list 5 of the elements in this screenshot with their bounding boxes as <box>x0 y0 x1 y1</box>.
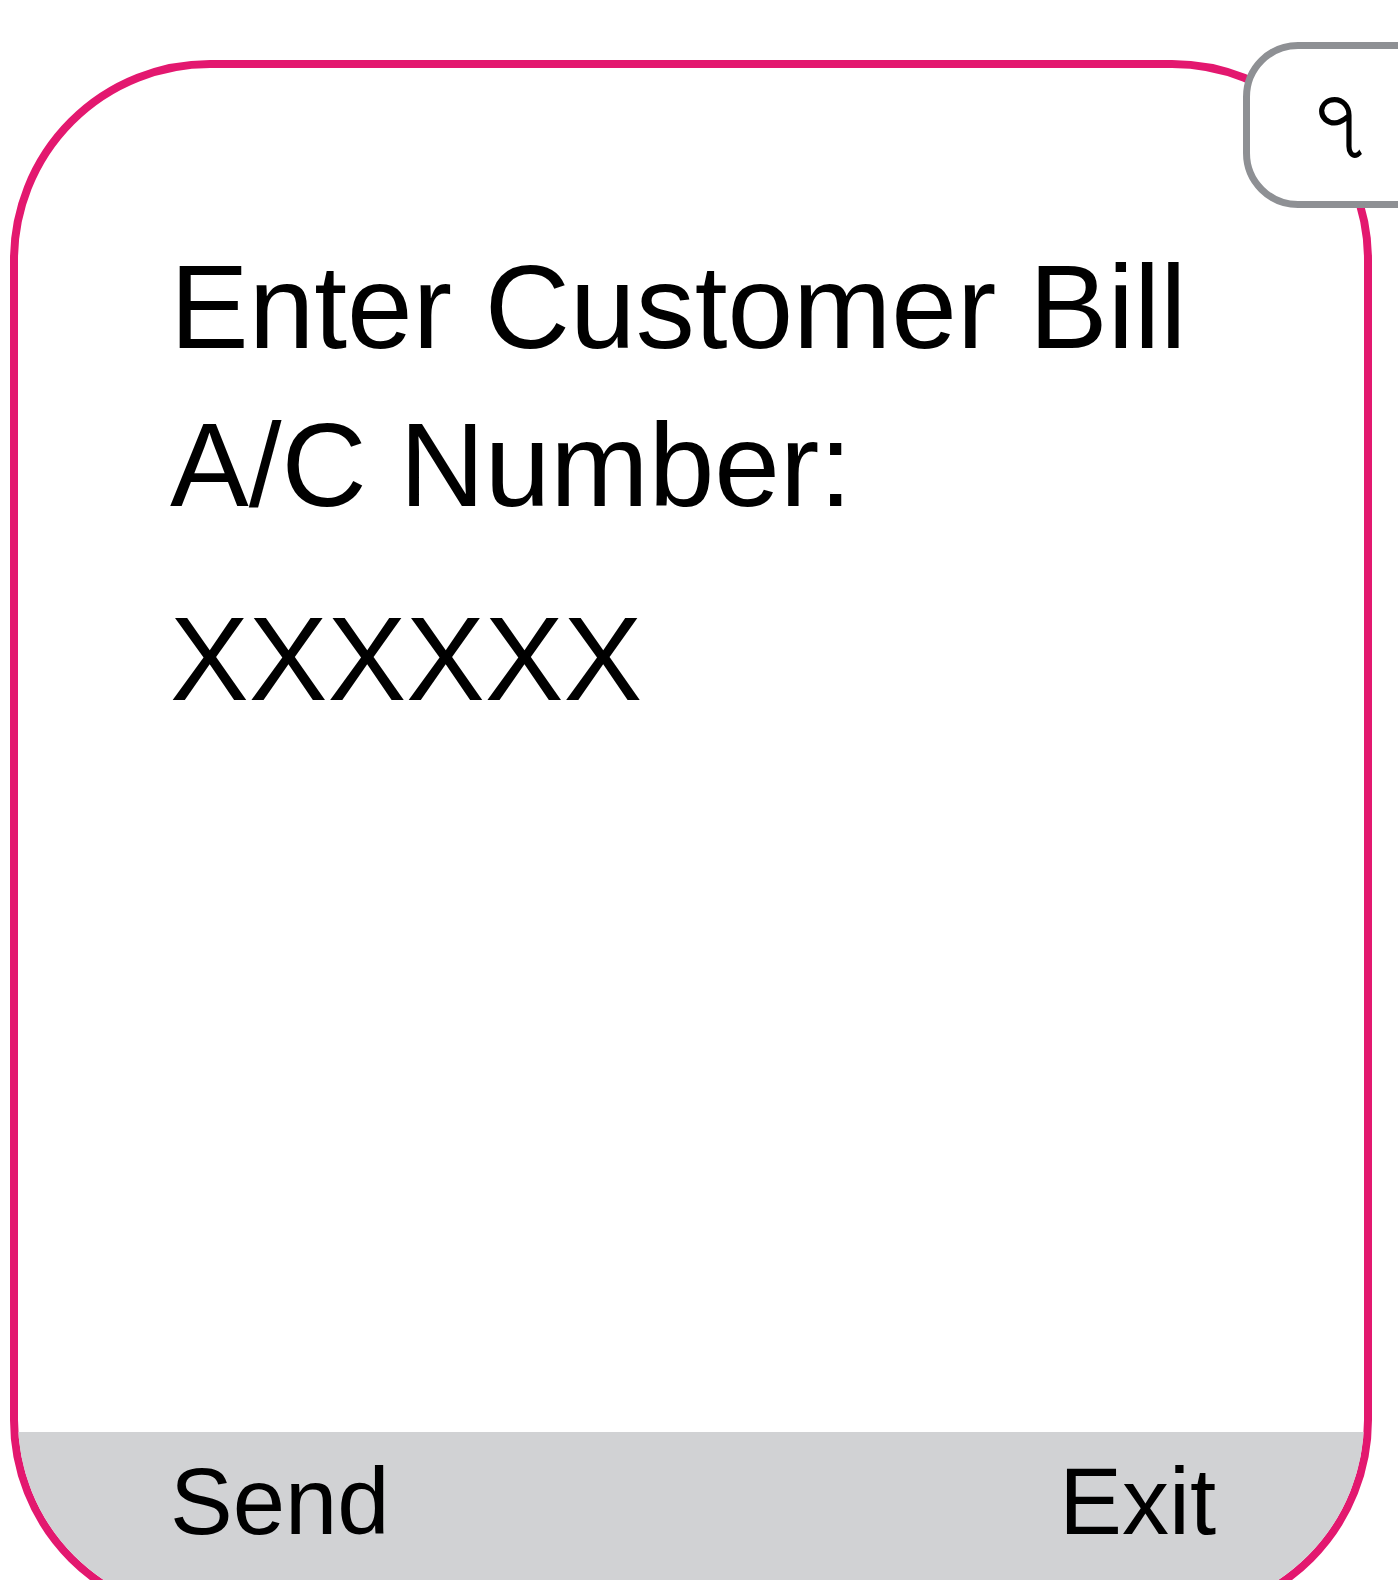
softkey-button[interactable]: Exit <box>1059 1447 1216 1557</box>
input-field[interactable]: XXXXXX <box>170 594 1364 724</box>
page-number-badge: ৭ <box>1243 42 1398 208</box>
softkey-button[interactable]: Send <box>170 1447 390 1557</box>
prompt-text: Enter Customer Bill A/C Number: <box>170 240 1188 533</box>
